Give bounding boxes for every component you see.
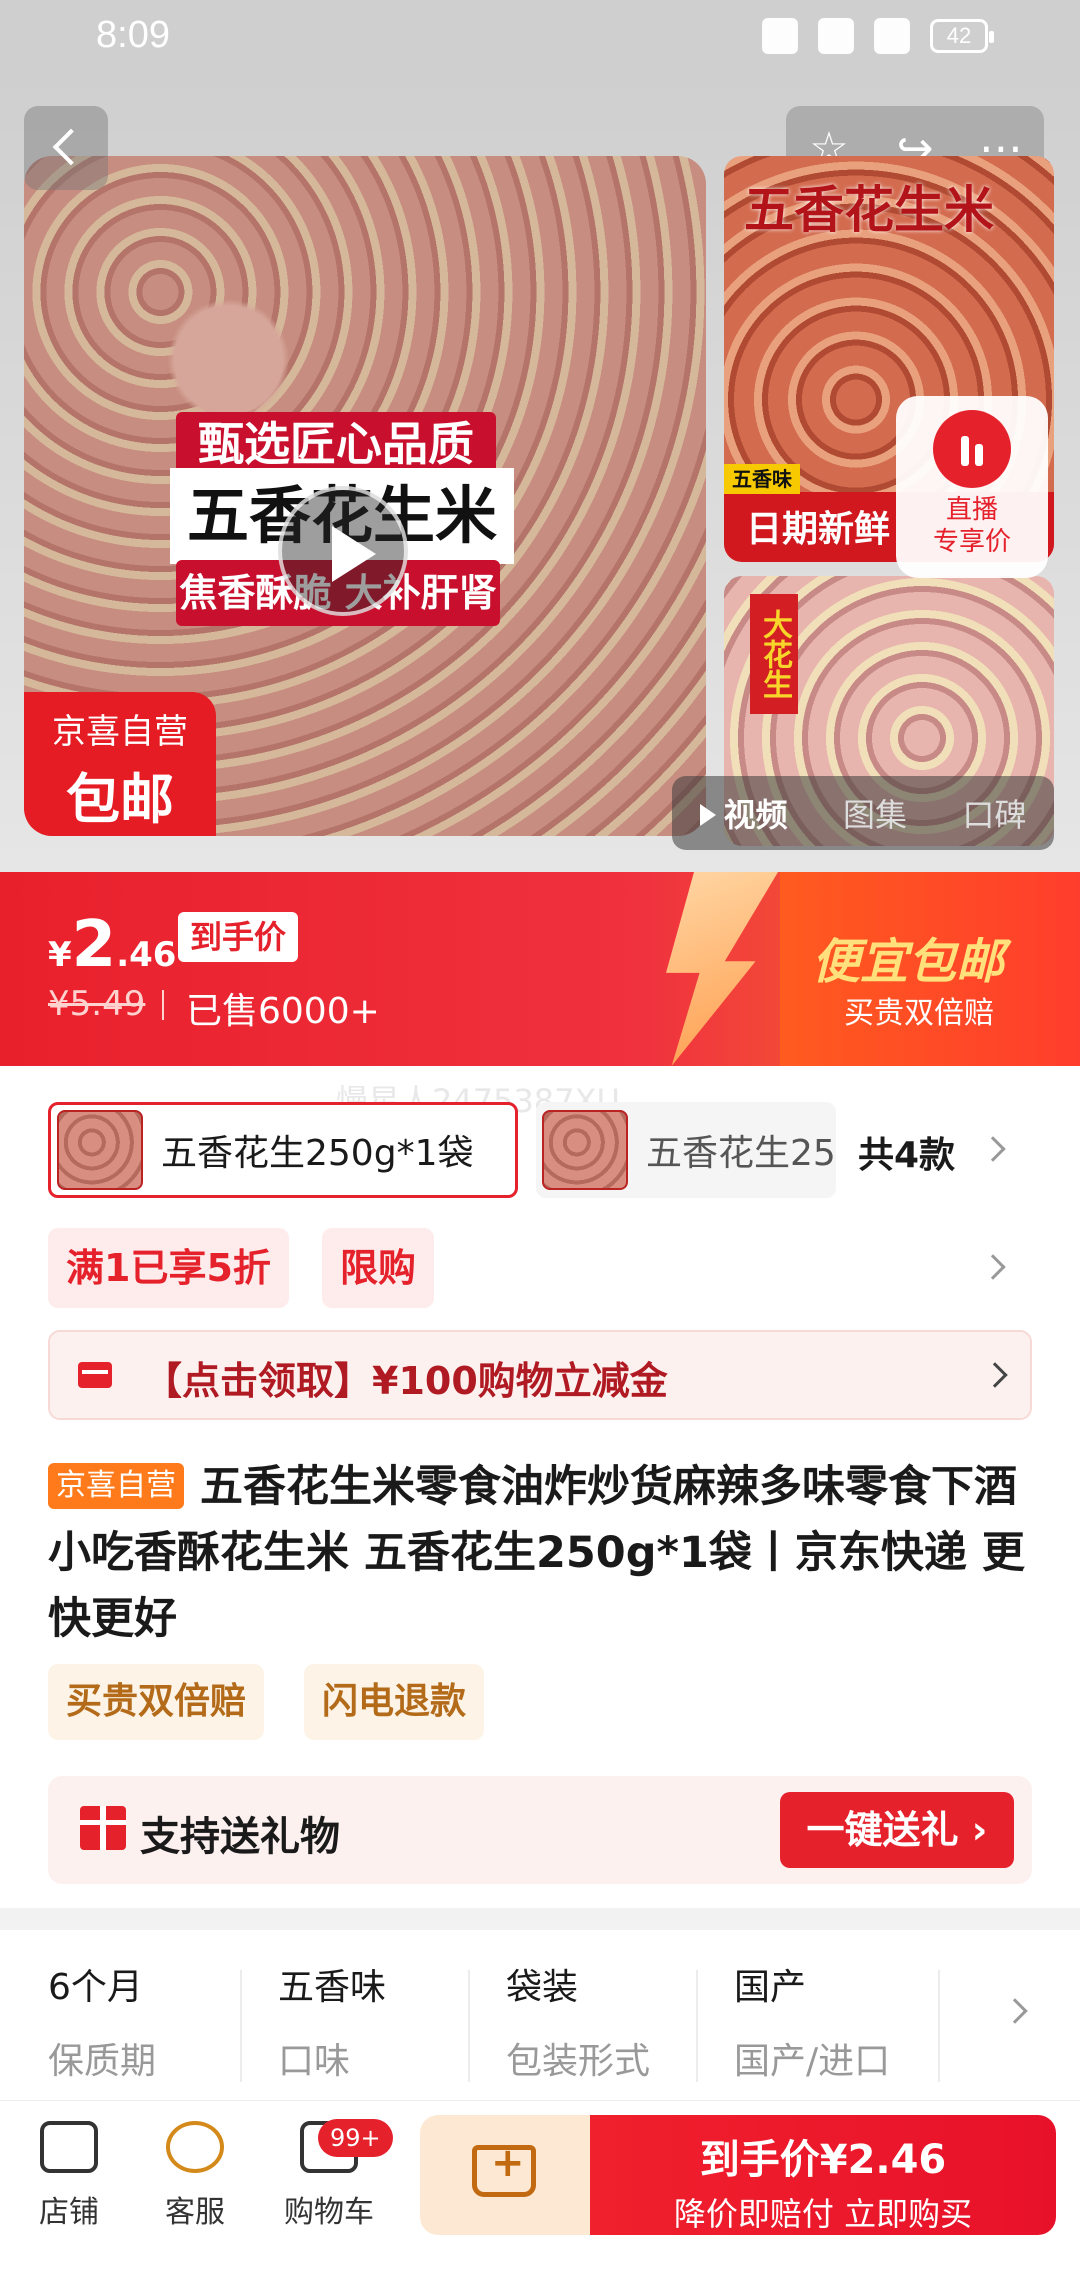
spec-value: 袋装 xyxy=(506,1967,579,2008)
variant-thumb xyxy=(57,1110,143,1190)
thumb2-label: 大花生 xyxy=(750,594,798,714)
promo-title: 便宜包邮 xyxy=(812,934,1005,990)
price-integer: 2 xyxy=(71,908,117,982)
tab-gallery[interactable]: 图集 xyxy=(843,790,907,836)
badge-line2: 包邮 xyxy=(66,768,174,831)
status-time: 8:09 xyxy=(96,14,170,56)
nav-service-label: 客服 xyxy=(165,2195,225,2230)
live-label-1: 直播 xyxy=(945,495,998,525)
original-price: ¥5.49 xyxy=(48,984,146,1024)
final-price: ¥2.46 xyxy=(48,908,176,982)
tab-reviews[interactable]: 口碑 xyxy=(962,790,1026,836)
mute-icon xyxy=(762,18,798,54)
media-tabs: 视频 图集 口碑 xyxy=(672,776,1054,850)
lightning-icon xyxy=(666,872,778,1066)
price-bar: ¥2.46 到手价 ¥5.49 已售6000+ 便宜包邮 买贵双倍赔 xyxy=(0,872,1080,1066)
variant-label: 五香花生25 xyxy=(646,1133,836,1174)
alert-icon xyxy=(874,18,910,54)
variant-option[interactable]: 五香花生25 xyxy=(536,1102,836,1198)
send-gift-button[interactable]: 一键送礼 › xyxy=(780,1792,1014,1868)
service-tag-price-guarantee[interactable]: 买贵双倍赔 xyxy=(48,1664,265,1740)
spec-origin: 国产 国产/进口 xyxy=(734,1958,934,2084)
spec-value: 6个月 xyxy=(48,1967,143,2008)
product-gallery: 甄选匠心品质 五香花生米 焦香酥脆 大补肝肾 京喜自营 包邮 ☆ ↪ ⋯ 五香花… xyxy=(0,76,1080,872)
live-label-2: 专享价 xyxy=(932,527,1011,557)
spec-shelf-life: 6个月 保质期 xyxy=(48,1958,248,2084)
product-info: 慢星人2475387XU 五香花生250g*1袋 五香花生25 共4款 满1已享… xyxy=(0,1066,1080,1908)
chevron-right-icon[interactable] xyxy=(1002,1998,1028,2024)
spec-key: 国产/进口 xyxy=(734,2041,891,2082)
back-button[interactable] xyxy=(24,106,108,190)
gift-icon xyxy=(80,1806,126,1850)
chevron-right-icon xyxy=(982,1362,1008,1388)
price-divider xyxy=(162,990,164,1020)
spec-divider xyxy=(240,1970,242,2082)
self-operated-badge: 京喜自营 xyxy=(48,1463,184,1509)
spec-divider xyxy=(938,1970,940,2082)
add-cart-icon xyxy=(472,2140,536,2197)
image-banner-top: 甄选匠心品质 xyxy=(176,412,496,476)
nav-customer-service[interactable]: 客服 xyxy=(140,2121,250,2231)
battery-level: 42 xyxy=(946,23,972,48)
service-tag-fast-refund[interactable]: 闪电退款 xyxy=(304,1664,485,1740)
promo-chip-discount[interactable]: 满1已享5折 xyxy=(48,1228,289,1308)
spec-divider xyxy=(696,1970,698,2082)
live-price-badge[interactable]: 直播 专享价 xyxy=(896,396,1048,578)
spec-flavor: 五香味 口味 xyxy=(278,1958,478,2084)
card-icon xyxy=(78,1362,112,1388)
thumb1-small-tag: 五香味 xyxy=(724,464,800,494)
thumb1-title: 五香花生米 xyxy=(744,181,994,239)
tab-video[interactable]: 视频 xyxy=(699,790,788,836)
spec-key: 包装形式 xyxy=(506,2041,651,2082)
nav-cart-label: 购物车 xyxy=(284,2195,374,2230)
live-icon xyxy=(933,410,1011,488)
price-currency: ¥ xyxy=(48,935,72,975)
spec-value: 五香味 xyxy=(278,1967,387,2008)
variant-count[interactable]: 共4款 xyxy=(858,1126,955,1178)
chevron-right-icon[interactable] xyxy=(980,1254,1006,1280)
thumb1-tag-text: 日期新鲜 xyxy=(746,509,891,550)
coupon-banner[interactable]: 【点击领取】¥100购物立减金 xyxy=(48,1330,1032,1420)
product-title-text: 五香花生米零食油炸炒货麻辣多味零食下酒小吃香酥花生米 五香花生250g*1袋丨京… xyxy=(48,1462,1025,1644)
gift-section: 支持送礼物 一键送礼 › xyxy=(48,1776,1032,1884)
status-bar: 8:09 42 xyxy=(0,0,1080,76)
nav-shop-label: 店铺 xyxy=(39,2195,99,2230)
product-title: 京喜自营 五香花生米零食油炸炒货麻辣多味零食下酒小吃香酥花生米 五香花生250g*… xyxy=(48,1454,1038,1652)
sold-count: 已售6000+ xyxy=(186,991,380,1032)
price-tag: 到手价 xyxy=(178,912,299,962)
buy-subtext: 降价即赔付 立即购买 xyxy=(673,2195,973,2233)
play-triangle-icon xyxy=(699,804,716,826)
customer-service-icon xyxy=(166,2121,224,2173)
bottom-action-bar: 店铺 客服 购物车 99+ 到手价¥2.46 降价即赔付 立即购买 xyxy=(0,2100,1080,2280)
free-shipping-badge: 京喜自营 包邮 xyxy=(24,692,216,836)
cart-count-badge: 99+ xyxy=(318,2119,393,2157)
shop-icon xyxy=(40,2121,98,2173)
buy-now-button[interactable]: 到手价¥2.46 降价即赔付 立即购买 xyxy=(590,2115,1056,2235)
battery-icon: 42 xyxy=(930,19,994,53)
variant-thumb xyxy=(542,1110,628,1190)
wifi-icon xyxy=(818,18,854,54)
status-icons: 42 xyxy=(762,18,994,54)
nav-shop[interactable]: 店铺 xyxy=(14,2121,124,2231)
add-to-cart-button[interactable] xyxy=(420,2115,590,2235)
promo-chip-limit[interactable]: 限购 xyxy=(322,1228,435,1308)
spec-key: 保质期 xyxy=(48,2041,157,2082)
spec-value: 国产 xyxy=(734,1967,807,2008)
tab-video-label: 视频 xyxy=(723,796,788,834)
gift-label: 支持送礼物 xyxy=(140,1814,340,1860)
badge-line1: 京喜自营 xyxy=(52,712,188,752)
play-video-icon[interactable] xyxy=(278,486,408,616)
spec-divider xyxy=(468,1970,470,2082)
chevron-right-icon[interactable] xyxy=(980,1136,1006,1162)
spec-packaging: 袋装 包装形式 xyxy=(506,1958,706,2084)
variant-selected[interactable]: 五香花生250g*1袋 xyxy=(48,1102,518,1198)
price-decimal: .46 xyxy=(116,935,177,975)
promo-subtitle: 买贵双倍赔 xyxy=(844,996,994,1031)
coupon-text: 【点击领取】¥100购物立减金 xyxy=(144,1359,668,1403)
spec-key: 口味 xyxy=(278,2041,351,2082)
buy-price-label: 到手价¥2.46 xyxy=(699,2137,947,2183)
spec-strip[interactable]: 6个月 保质期 五香味 口味 袋装 包装形式 国产 国产/进口 xyxy=(0,1930,1080,2100)
variant-label: 五香花生250g*1袋 xyxy=(161,1133,474,1174)
